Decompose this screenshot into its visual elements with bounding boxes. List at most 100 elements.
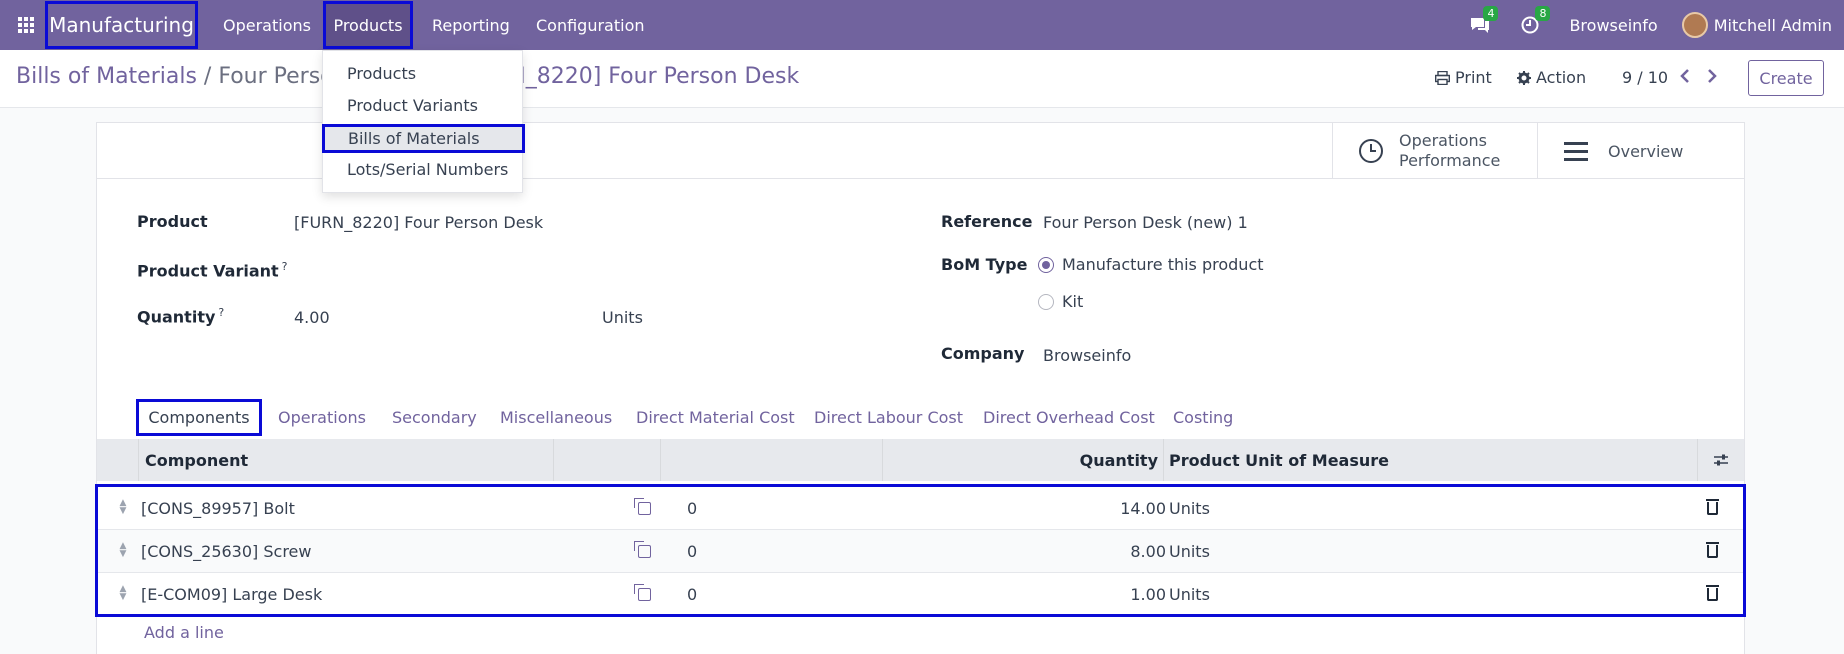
company-field[interactable]: Browseinfo <box>1043 346 1131 365</box>
tab-operations[interactable]: Operations <box>278 408 366 427</box>
pager-next-button[interactable] <box>1707 68 1717 89</box>
form-sheet: Operations Performance Overview Product … <box>95 122 1746 654</box>
row-quantity[interactable]: 1.00 <box>885 573 1166 616</box>
product-field[interactable]: [FURN_8220] Four Person Desk <box>294 213 543 232</box>
reference-field[interactable]: Four Person Desk (new) 1 <box>1043 213 1248 232</box>
column-component[interactable]: Component <box>138 439 553 481</box>
dropdown-item-product-variants[interactable]: Product Variants <box>347 96 478 115</box>
row-uom[interactable]: Units <box>1169 487 1210 530</box>
row-count[interactable]: 0 <box>687 487 697 530</box>
row-count[interactable]: 0 <box>687 573 697 616</box>
pager-previous-button[interactable] <box>1680 68 1690 89</box>
quantity-uom-field[interactable]: Units <box>602 308 643 327</box>
dropdown-item-lots-serial-numbers[interactable]: Lots/Serial Numbers <box>347 160 508 179</box>
drag-handle-icon[interactable]: ▲ ▼ <box>118 499 128 516</box>
gear-icon <box>1517 70 1531 85</box>
help-mark[interactable]: ? <box>218 306 224 319</box>
copy-icon[interactable] <box>634 573 651 616</box>
overview-button[interactable]: Overview <box>1537 123 1744 179</box>
activities-badge: 8 <box>1535 6 1551 21</box>
product-variant-field[interactable] <box>294 260 834 284</box>
pager-value[interactable]: 9 / 10 <box>1622 68 1668 87</box>
column-blank-1 <box>553 439 660 481</box>
row-component[interactable]: [E-COM09] Large Desk <box>141 573 322 616</box>
trash-icon[interactable] <box>1706 530 1719 573</box>
printer-icon <box>1435 70 1450 85</box>
row-component[interactable]: [CONS_25630] Screw <box>141 530 311 573</box>
drag-handle-icon[interactable]: ▲ ▼ <box>118 585 128 602</box>
print-label: Print <box>1455 68 1492 87</box>
messages-button[interactable]: 4 <box>1469 6 1499 34</box>
column-uom[interactable]: Product Unit of Measure <box>1163 439 1697 481</box>
products-dropdown: Products Product Variants Bills of Mater… <box>322 50 525 193</box>
operations-performance-button[interactable]: Operations Performance <box>1332 123 1537 179</box>
ops-perf-line1: Operations <box>1399 131 1487 150</box>
copy-icon[interactable] <box>634 530 651 573</box>
bom-type-manufacture-label[interactable]: Manufacture this product <box>1062 255 1264 274</box>
breadcrumb-current-end: RN_8220] Four Person Desk <box>494 64 800 89</box>
activities-button[interactable]: 8 <box>1521 6 1551 34</box>
ops-perf-line2: Performance <box>1399 151 1501 170</box>
messages-badge: 4 <box>1483 6 1499 21</box>
app-brand[interactable]: Manufacturing <box>45 1 198 49</box>
menu-configuration[interactable]: Configuration <box>536 0 645 50</box>
apps-grid-icon <box>18 17 34 33</box>
trash-icon[interactable] <box>1706 573 1719 616</box>
breadcrumb-root[interactable]: Bills of Materials <box>16 64 197 89</box>
bars-icon <box>1564 141 1588 161</box>
row-quantity[interactable]: 8.00 <box>885 530 1166 573</box>
copy-icon[interactable] <box>634 487 651 530</box>
reference-label: Reference <box>941 212 1033 231</box>
product-variant-label: Product Variant? <box>137 260 288 281</box>
drag-handle-icon[interactable]: ▲ ▼ <box>118 542 128 559</box>
chevron-left-icon <box>1680 69 1689 83</box>
row-count[interactable]: 0 <box>687 530 697 573</box>
user-name: Mitchell Admin <box>1713 15 1832 35</box>
table-row[interactable]: ▲ ▼ [E-COM09] Large Desk 0 1.00 Units <box>98 573 1743 616</box>
user-menu[interactable]: Mitchell Admin <box>1681 12 1832 38</box>
components-table-header: Component Quantity Product Unit of Measu… <box>97 439 1744 481</box>
column-quantity[interactable]: Quantity <box>882 439 1163 481</box>
add-line-link[interactable]: Add a line <box>144 623 224 642</box>
avatar <box>1681 12 1708 38</box>
help-mark[interactable]: ? <box>282 260 288 273</box>
bom-type-kit-label[interactable]: Kit <box>1062 292 1083 311</box>
print-button[interactable]: Print <box>1435 68 1492 87</box>
row-uom[interactable]: Units <box>1169 573 1210 616</box>
control-panel: Bills of Materials / Four Perso RN_8220]… <box>0 50 1844 108</box>
bom-type-manufacture-radio[interactable] <box>1038 257 1054 273</box>
menu-reporting[interactable]: Reporting <box>432 0 510 50</box>
company-label: Company <box>941 344 1025 363</box>
tab-direct-material-cost[interactable]: Direct Material Cost <box>636 408 795 427</box>
tab-costing[interactable]: Costing <box>1173 408 1233 427</box>
chevron-right-icon <box>1708 69 1717 83</box>
table-row[interactable]: ▲ ▼ [CONS_89957] Bolt 0 14.00 Units <box>98 487 1743 530</box>
breadcrumb-current-start: Four Perso <box>218 64 334 89</box>
row-component[interactable]: [CONS_89957] Bolt <box>141 487 295 530</box>
trash-icon[interactable] <box>1706 487 1719 530</box>
breadcrumb: Bills of Materials / Four Perso <box>16 64 334 89</box>
sliders-icon <box>1714 454 1728 466</box>
optional-columns-toggle[interactable] <box>1697 439 1744 481</box>
dropdown-item-products[interactable]: Products <box>347 64 416 83</box>
breadcrumb-separator: / <box>203 64 212 89</box>
quantity-field[interactable]: 4.00 <box>294 308 330 327</box>
product-label: Product <box>137 212 208 231</box>
bom-type-kit-radio[interactable] <box>1038 294 1054 310</box>
column-blank-2 <box>660 439 882 481</box>
table-row[interactable]: ▲ ▼ [CONS_25630] Screw 0 8.00 Units <box>98 530 1743 573</box>
tab-miscellaneous[interactable]: Miscellaneous <box>500 408 612 427</box>
dropdown-item-bills-of-materials[interactable]: Bills of Materials <box>322 124 525 153</box>
create-button[interactable]: Create <box>1748 60 1824 96</box>
tab-direct-overhead-cost[interactable]: Direct Overhead Cost <box>983 408 1155 427</box>
tab-components[interactable]: Components <box>136 399 262 436</box>
menu-products[interactable]: Products <box>323 1 413 49</box>
row-uom[interactable]: Units <box>1169 530 1210 573</box>
menu-operations[interactable]: Operations <box>223 0 311 50</box>
company-switcher[interactable]: Browseinfo <box>1569 16 1657 35</box>
row-quantity[interactable]: 14.00 <box>885 487 1166 530</box>
tab-direct-labour-cost[interactable]: Direct Labour Cost <box>814 408 963 427</box>
clock-icon <box>1359 139 1383 163</box>
action-button[interactable]: Action <box>1517 68 1586 87</box>
tab-secondary[interactable]: Secondary <box>392 408 477 427</box>
